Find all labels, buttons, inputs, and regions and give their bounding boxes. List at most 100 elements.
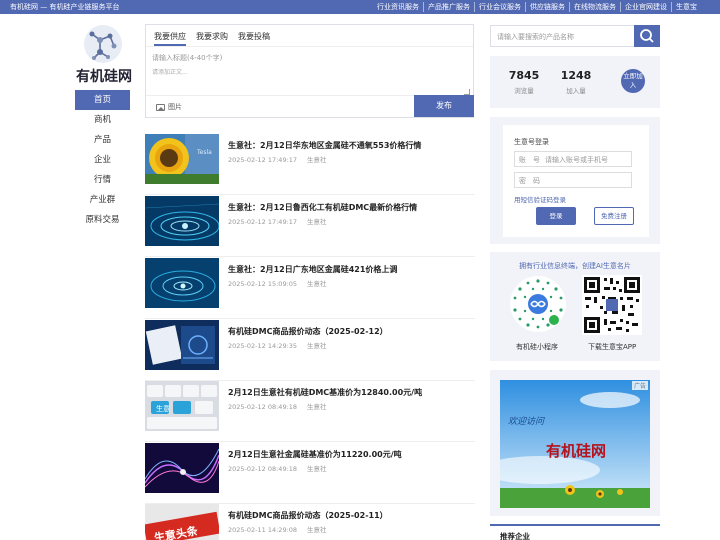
news-thumbnail-tech-circuit[interactable] xyxy=(145,196,219,246)
login-button[interactable]: 登录 xyxy=(536,207,576,225)
promo-headline[interactable]: 拥有行业信息终端，创建AI生意名片 xyxy=(490,261,660,271)
product-search: 请输入要搜索的产品名称 xyxy=(490,25,660,47)
search-button[interactable] xyxy=(634,25,660,47)
account-field[interactable]: 账 号 请输入账号或手机号 xyxy=(514,151,632,167)
news-date: 2025-02-12 15:09:05 xyxy=(228,280,298,288)
news-source: 生意社 xyxy=(307,218,327,226)
news-meta: 2025-02-12 17:49:17 生意社 xyxy=(228,216,327,226)
nav-item-market[interactable]: 行情 xyxy=(75,170,130,190)
site-tagline[interactable]: 有机硅网 — 有机硅产业链服务平台 xyxy=(10,2,119,12)
stats-panel: 7845 浏览量 1248 加入量 立即加入 xyxy=(490,56,660,108)
qr-code-icon xyxy=(582,275,642,335)
top-bar: 有机硅网 — 有机硅产业链服务平台 行业资讯服务 产品推广服务 行业会议服务 供… xyxy=(0,0,720,14)
views-stat: 7845 浏览量 xyxy=(504,69,544,95)
svg-text:有机硅网: 有机硅网 xyxy=(546,442,606,460)
top-link-news-service[interactable]: 行业资讯服务 xyxy=(373,2,423,12)
news-title[interactable]: 生意社：2月12日广东地区金属硅421价格上调 xyxy=(228,264,397,275)
password-field[interactable]: 密 码 xyxy=(514,172,632,188)
svg-text:Tesla: Tesla xyxy=(196,149,212,156)
nav-item-products[interactable]: 产品 xyxy=(75,130,130,150)
news-meta: 2025-02-12 14:29:35 生意社 xyxy=(228,340,327,350)
login-title: 生意号登录 xyxy=(514,138,549,146)
news-thumbnail-newspaper[interactable]: 生意头条 xyxy=(145,504,219,540)
news-item[interactable]: 生意社：2月12日广东地区金属硅421价格上调 2025-02-12 15:09… xyxy=(145,258,475,319)
account-placeholder: 请输入账号或手机号 xyxy=(545,156,608,164)
news-meta: 2025-02-11 14:29:08 生意社 xyxy=(228,524,327,534)
add-image-button[interactable]: 图片 xyxy=(156,102,182,112)
news-thumbnail-sunflower[interactable]: Tesla xyxy=(145,134,219,184)
news-source: 生意社 xyxy=(307,280,327,288)
welcome-banner-image[interactable]: 欢迎访问 有机硅网 xyxy=(500,380,650,508)
nav-item-companies[interactable]: 企业 xyxy=(75,150,130,170)
mini-program-qr-icon xyxy=(510,276,566,332)
news-item[interactable]: Tesla 生意社：2月12日华东地区金属硅不通氧553价格行情 2025-02… xyxy=(145,134,475,195)
post-tabs: 我要供应 我要求购 我要投稿 xyxy=(146,25,473,47)
tab-submit-article[interactable]: 我要投稿 xyxy=(238,31,270,46)
account-label: 账 号 xyxy=(519,156,540,164)
news-item[interactable]: 有机硅DMC商品报价动态（2025-02-12） 2025-02-12 14:2… xyxy=(145,320,475,381)
news-date: 2025-02-12 17:49:17 xyxy=(228,156,298,164)
top-link-logistics[interactable]: 在线物流服务 xyxy=(569,2,620,12)
top-link-promotion-service[interactable]: 产品推广服务 xyxy=(423,2,474,12)
publish-button[interactable]: 发布 xyxy=(414,95,474,117)
top-link-meeting-service[interactable]: 行业会议服务 xyxy=(474,2,525,12)
side-nav: 首页 商机 产品 企业 行情 产业群 原料交易 xyxy=(75,90,130,230)
ad-label: 广告 xyxy=(631,381,648,390)
news-meta: 2025-02-12 15:09:05 生意社 xyxy=(228,278,327,288)
nav-item-raw-materials[interactable]: 原料交易 xyxy=(75,210,130,230)
news-source: 生意社 xyxy=(307,526,327,534)
news-thumbnail-dashboard[interactable] xyxy=(145,320,219,370)
recommended-title: 推荐企业 xyxy=(500,532,530,540)
login-panel: 生意号登录 账 号 请输入账号或手机号 密 码 用短信验证码登录 登录 免费注册 xyxy=(490,117,660,244)
news-item[interactable]: 生意社：2月12日鲁西化工有机硅DMC最新价格行情 2025-02-12 17:… xyxy=(145,196,475,257)
news-thumbnail-light-wave[interactable] xyxy=(145,443,219,493)
news-item[interactable]: 生意头条 有机硅DMC商品报价动态（2025-02-11） 2025-02-11… xyxy=(145,504,475,540)
mini-program-label: 有机硅小程序 xyxy=(516,343,558,351)
news-title[interactable]: 有机硅DMC商品报价动态（2025-02-12） xyxy=(228,326,388,337)
news-meta: 2025-02-12 17:49:17 生意社 xyxy=(228,154,327,164)
ad-banner: 欢迎访问 有机硅网 广告 xyxy=(490,370,660,516)
nav-item-industry-groups[interactable]: 产业群 xyxy=(75,190,130,210)
mini-program-code xyxy=(509,275,567,333)
views-count: 7845 xyxy=(508,69,540,82)
joined-count: 1248 xyxy=(560,69,592,82)
search-icon xyxy=(640,29,654,43)
svg-text:生意: 生意 xyxy=(156,404,170,413)
top-link-shengyibao[interactable]: 生意宝 xyxy=(671,2,701,12)
svg-text:欢迎访问: 欢迎访问 xyxy=(508,416,545,427)
news-title[interactable]: 生意社：2月12日华东地区金属硅不通氧553价格行情 xyxy=(228,140,421,151)
sms-login-link[interactable]: 用短信验证码登录 xyxy=(514,194,566,204)
post-body-textarea[interactable]: 请添加正文... xyxy=(152,67,188,76)
post-title-input[interactable]: 请输入标题(4-40个字) xyxy=(152,53,222,63)
news-thumbnail-tech-circuit[interactable] xyxy=(145,258,219,308)
news-source: 生意社 xyxy=(307,465,327,473)
news-thumbnail-keyboard[interactable]: 生意 xyxy=(145,381,219,431)
add-image-label: 图片 xyxy=(168,103,182,111)
tab-purchase[interactable]: 我要求购 xyxy=(196,31,228,46)
post-footer: 图片 发布 xyxy=(146,95,474,117)
news-title[interactable]: 有机硅DMC商品报价动态（2025-02-11） xyxy=(228,510,388,521)
news-item[interactable]: 生意 2月12日生意社有机硅DMC基准价为12840.00元/吨 2025-02… xyxy=(145,381,475,442)
site-title[interactable]: 有机硅网 xyxy=(72,66,136,86)
site-logo[interactable] xyxy=(80,24,126,64)
news-title[interactable]: 生意社：2月12日鲁西化工有机硅DMC最新价格行情 xyxy=(228,202,417,213)
search-input[interactable]: 请输入要搜索的产品名称 xyxy=(497,32,574,42)
news-date: 2025-02-12 14:29:35 xyxy=(228,342,298,350)
news-item[interactable]: 2月12日生意社金属硅基准价为11220.00元/吨 2025-02-12 08… xyxy=(145,443,475,504)
news-title[interactable]: 2月12日生意社金属硅基准价为11220.00元/吨 xyxy=(228,449,402,460)
nav-item-opportunities[interactable]: 商机 xyxy=(75,110,130,130)
top-links: 行业资讯服务 产品推广服务 行业会议服务 供应链服务 在线物流服务 企业官网建设… xyxy=(373,2,701,12)
register-button[interactable]: 免费注册 xyxy=(594,207,634,225)
top-link-supply-chain[interactable]: 供应链服务 xyxy=(525,2,569,12)
join-now-button[interactable]: 立即加入 xyxy=(621,69,645,93)
recommended-companies: 推荐企业 xyxy=(490,524,660,540)
news-source: 生意社 xyxy=(307,342,327,350)
news-date: 2025-02-12 17:49:17 xyxy=(228,218,298,226)
tab-supply[interactable]: 我要供应 xyxy=(154,31,186,46)
news-title[interactable]: 2月12日生意社有机硅DMC基准价为12840.00元/吨 xyxy=(228,387,422,398)
app-promo-panel: 拥有行业信息终端，创建AI生意名片 有机硅小程序 下载生意宝APP xyxy=(490,252,660,361)
top-link-website-building[interactable]: 企业官网建设 xyxy=(620,2,671,12)
nav-item-home[interactable]: 首页 xyxy=(75,90,130,110)
news-meta: 2025-02-12 08:49:18 生意社 xyxy=(228,401,327,411)
news-meta: 2025-02-12 08:49:18 生意社 xyxy=(228,463,327,473)
